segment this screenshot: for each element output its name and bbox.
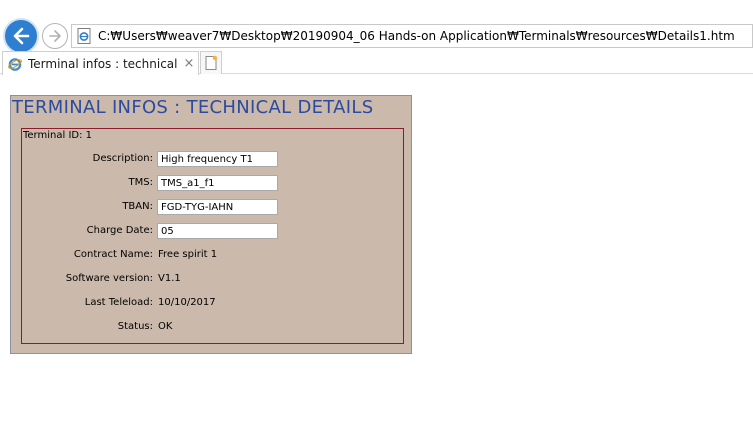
forward-button[interactable] bbox=[42, 23, 68, 49]
address-bar[interactable]: C:₩Users₩weaver7₩Desktop₩20190904_06 Han… bbox=[71, 24, 753, 48]
software-version-row: Software version: V1.1 bbox=[22, 271, 405, 287]
tms-row: TMS: bbox=[22, 175, 405, 191]
last-teleload-label: Last Teleload: bbox=[84, 297, 153, 308]
description-row: Description: bbox=[22, 151, 405, 167]
close-icon[interactable]: × bbox=[182, 56, 196, 71]
status-label: Status: bbox=[117, 321, 153, 332]
tab-title: Terminal infos : technical d... bbox=[28, 56, 180, 71]
tms-field[interactable] bbox=[157, 175, 278, 191]
software-version-label: Software version: bbox=[65, 273, 153, 284]
new-tab-button[interactable] bbox=[200, 51, 222, 74]
back-arrow-icon bbox=[13, 27, 30, 45]
back-button[interactable] bbox=[3, 18, 39, 54]
last-teleload-value: 10/10/2017 bbox=[158, 297, 216, 308]
tban-row: TBAN: bbox=[22, 199, 405, 215]
page-icon bbox=[77, 28, 91, 44]
status-value: OK bbox=[158, 321, 173, 332]
tms-label: TMS: bbox=[128, 177, 153, 188]
charge-date-label: Charge Date: bbox=[86, 225, 153, 236]
browser-chrome: C:₩Users₩weaver7₩Desktop₩20190904_06 Han… bbox=[0, 0, 753, 76]
address-url[interactable]: C:₩Users₩weaver7₩Desktop₩20190904_06 Han… bbox=[98, 29, 735, 43]
tban-field[interactable] bbox=[157, 199, 278, 215]
ie-icon bbox=[8, 57, 22, 71]
last-teleload-row: Last Teleload: 10/10/2017 bbox=[22, 295, 405, 311]
contract-name-value: Free spirit 1 bbox=[158, 249, 218, 260]
charge-date-field[interactable] bbox=[157, 223, 278, 239]
software-version-value: V1.1 bbox=[158, 273, 181, 284]
forward-arrow-icon bbox=[49, 30, 61, 42]
contract-name-row: Contract Name: Free spirit 1 bbox=[22, 247, 405, 263]
tab-terminal-infos[interactable]: Terminal infos : technical d... × bbox=[2, 51, 199, 75]
tab-bar: Terminal infos : technical d... × bbox=[0, 50, 753, 75]
charge-date-row: Charge Date: bbox=[22, 223, 405, 239]
status-row: Status: OK bbox=[22, 319, 405, 335]
tban-label: TBAN: bbox=[122, 201, 153, 212]
description-field[interactable] bbox=[157, 151, 278, 167]
contract-name-label: Contract Name: bbox=[73, 249, 153, 260]
details-panel: TERMINAL INFOS : TECHNICAL DETAILS Termi… bbox=[10, 95, 412, 354]
page-title: TERMINAL INFOS : TECHNICAL DETAILS bbox=[12, 97, 374, 118]
description-label: Description: bbox=[92, 153, 153, 164]
new-tab-icon bbox=[205, 55, 218, 70]
terminal-id: Terminal ID: 1 bbox=[23, 130, 92, 141]
details-box: Terminal ID: 1 Description: TMS: TBAN: C… bbox=[21, 128, 404, 344]
